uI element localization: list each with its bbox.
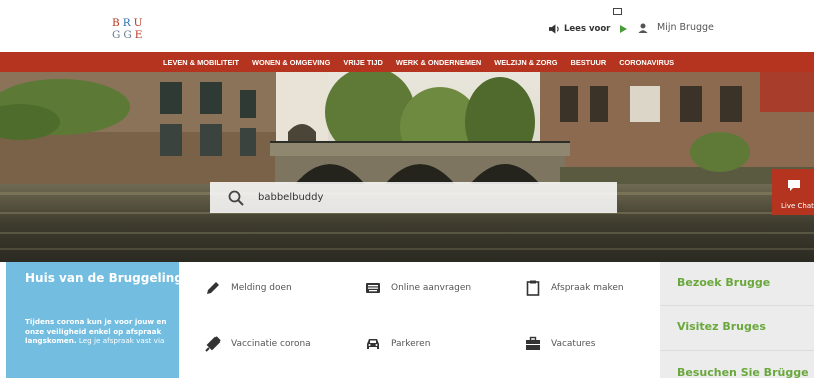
speaker-icon xyxy=(549,24,559,34)
link-besuchen-sie-brugge[interactable]: Besuchen Sie Brügge xyxy=(677,366,809,379)
services-grid: Melding doen Online aanvragen Afspraak m… xyxy=(179,262,660,378)
keyboard-icon xyxy=(366,283,380,293)
service-vaccinatie-corona[interactable]: Vaccinatie corona xyxy=(205,336,311,352)
nav-item-bestuur[interactable]: BESTUUR xyxy=(570,58,606,67)
service-label: Parkeren xyxy=(391,339,431,349)
mijn-brugge-link[interactable]: Mijn Brugge xyxy=(638,22,714,33)
user-icon xyxy=(638,23,648,33)
service-parkeren[interactable]: Parkeren xyxy=(365,336,430,352)
huis-body-rest: Leg je afspraak vast via xyxy=(76,336,165,345)
mijn-brugge-label: Mijn Brugge xyxy=(657,22,714,33)
huis-title: Huis van de Bruggeling xyxy=(25,271,183,285)
chat-bubble-icon xyxy=(788,180,800,191)
service-label: Online aanvragen xyxy=(391,283,472,293)
huis-body-text: Tijdens corona kun je voor jouw en onze … xyxy=(25,317,175,346)
nav-item-welzijn-zorg[interactable]: WELZIJN & ZORG xyxy=(494,58,557,67)
briefcase-icon xyxy=(526,336,540,350)
service-label: Afspraak maken xyxy=(551,283,624,293)
service-label: Vacatures xyxy=(551,339,596,349)
nav-item-werk-ondernemen[interactable]: WERK & ONDERNEMEN xyxy=(396,58,481,67)
search-icon[interactable] xyxy=(228,190,244,206)
service-vacatures[interactable]: Vacatures xyxy=(525,336,595,352)
huis-van-de-bruggeling-panel[interactable]: Huis van de Bruggeling Tijdens corona ku… xyxy=(6,262,183,378)
link-bezoek-brugge[interactable]: Bezoek Brugge xyxy=(677,276,770,289)
brugge-logo[interactable]: BRU GGE xyxy=(112,17,145,41)
live-chat-button[interactable]: Live Chat xyxy=(772,169,814,215)
car-icon xyxy=(367,339,379,349)
link-visitez-bruges[interactable]: Visitez Bruges xyxy=(677,320,766,333)
search-bar[interactable] xyxy=(210,182,617,213)
nav-item-vrije-tijd[interactable]: VRIJE TIJD xyxy=(343,58,382,67)
hero-image xyxy=(0,72,814,262)
logo-row-2: GGE xyxy=(112,29,146,41)
pencil-icon xyxy=(207,282,219,294)
live-chat-label: Live Chat xyxy=(781,202,814,210)
play-icon[interactable] xyxy=(620,25,628,33)
syringe-icon xyxy=(205,336,221,352)
search-input[interactable] xyxy=(258,188,598,206)
nav-item-leven-mobiliteit[interactable]: LEVEN & MOBILITEIT xyxy=(163,58,239,67)
service-label: Melding doen xyxy=(231,283,292,293)
top-bar: BRU GGE Lees voor Mijn Brugge xyxy=(0,0,814,52)
divider xyxy=(660,350,814,351)
clipboard-icon xyxy=(526,280,540,296)
canal-bridge-illustration xyxy=(0,72,814,262)
service-afspraak-maken[interactable]: Afspraak maken xyxy=(525,280,624,296)
nav-item-wonen-omgeving[interactable]: WONEN & OMGEVING xyxy=(252,58,330,67)
service-label: Vaccinatie corona xyxy=(231,339,311,349)
lees-voor-button[interactable]: Lees voor xyxy=(549,24,628,34)
divider xyxy=(660,305,814,306)
nav-item-coronavirus[interactable]: CORONAVIRUS xyxy=(619,58,674,67)
keyboard-toggle-icon[interactable] xyxy=(613,8,622,15)
service-melding-doen[interactable]: Melding doen xyxy=(205,280,292,296)
logo-row-1: BRU xyxy=(112,17,146,29)
visit-links-panel: Bezoek Brugge Visitez Bruges Besuchen Si… xyxy=(660,262,814,379)
lees-voor-label: Lees voor xyxy=(564,24,611,34)
service-online-aanvragen[interactable]: Online aanvragen xyxy=(365,280,471,296)
main-navigation: LEVEN & MOBILITEIT WONEN & OMGEVING VRIJ… xyxy=(0,52,814,72)
